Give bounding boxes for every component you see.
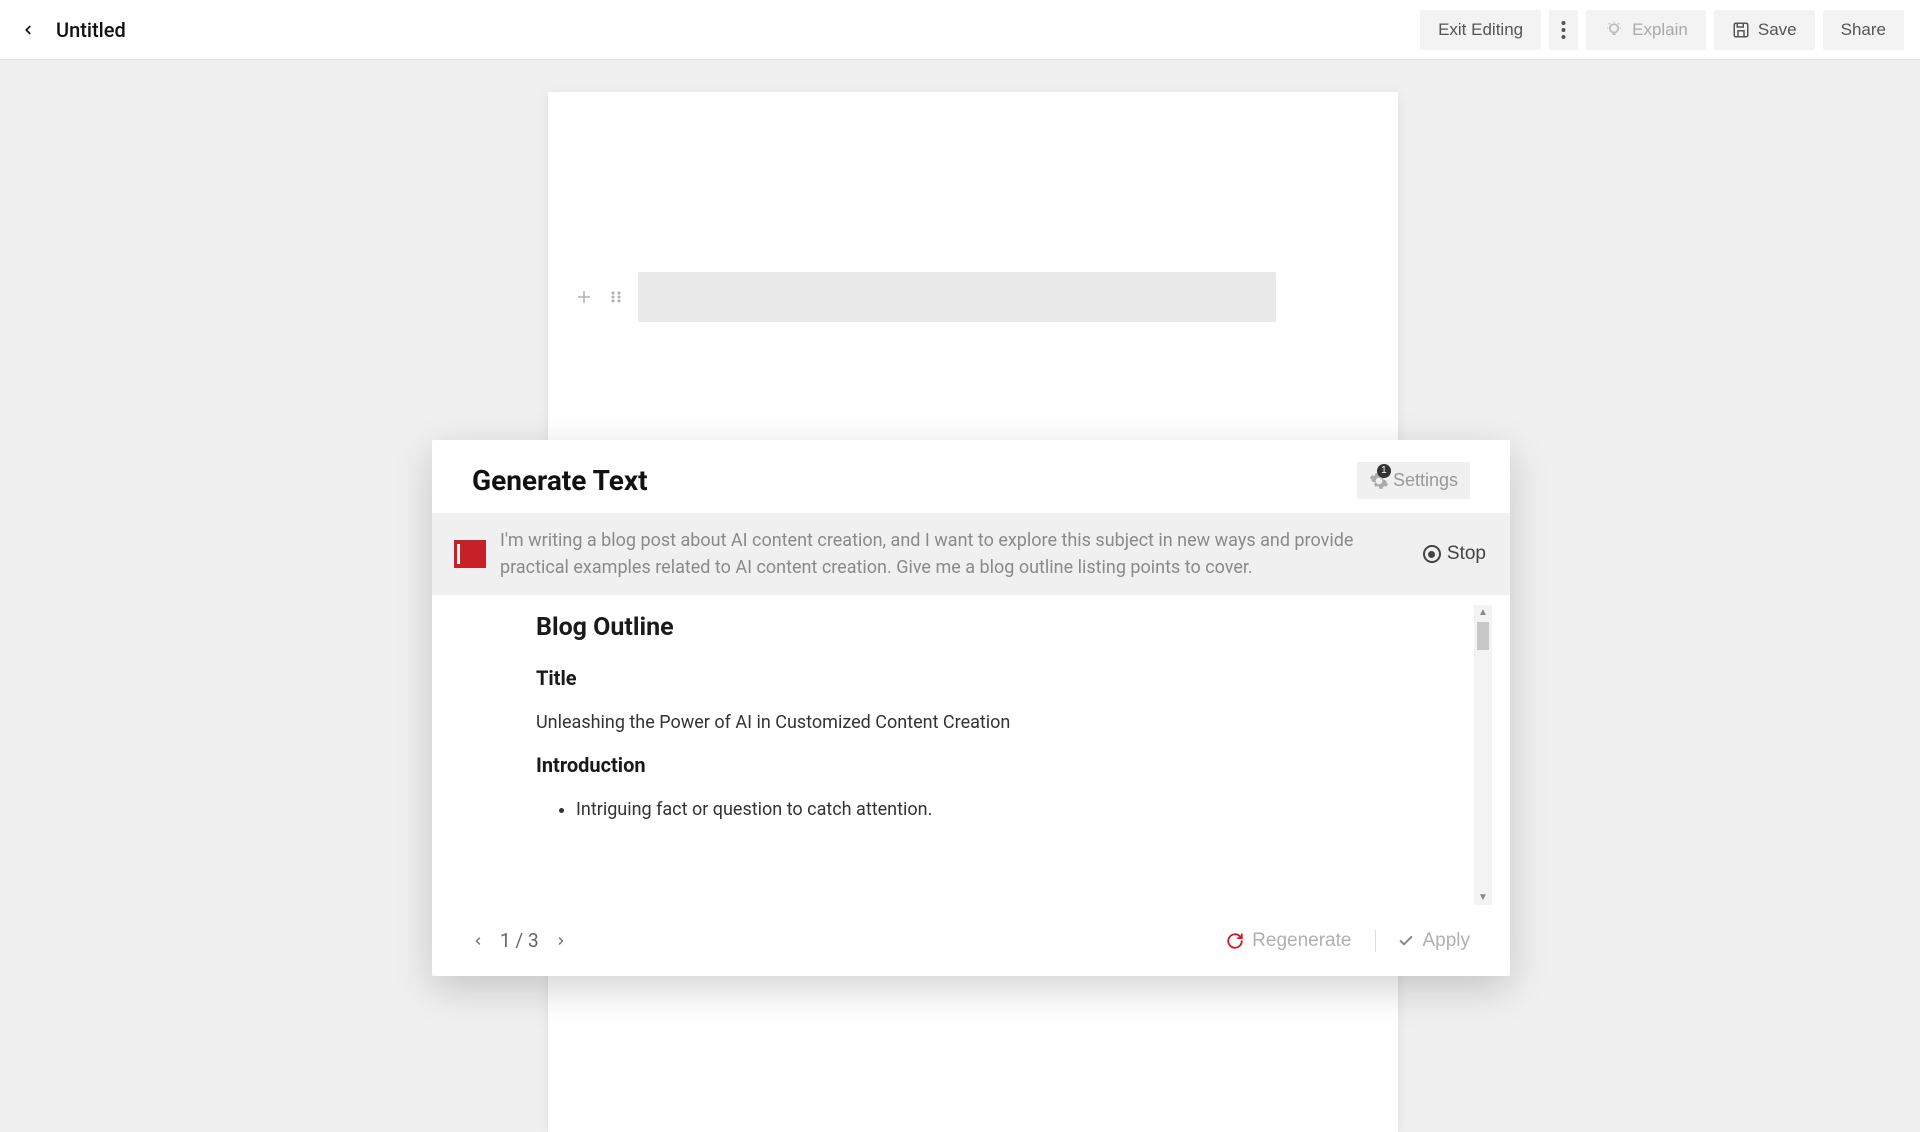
settings-badge: 1 — [1377, 464, 1391, 478]
pager: 1 / 3 — [472, 929, 567, 952]
footer-actions: Regenerate Apply — [1226, 930, 1470, 952]
chevron-right-icon — [555, 935, 567, 947]
pager-total: 3 — [528, 929, 539, 952]
back-button[interactable] — [16, 18, 40, 42]
explain-button[interactable]: Explain — [1586, 10, 1706, 50]
panel-footer: 1 / 3 Regenerate Apply — [432, 915, 1510, 976]
scroll-thumb[interactable] — [1477, 622, 1489, 650]
settings-button[interactable]: 1 Settings — [1357, 462, 1470, 499]
block-placeholder[interactable] — [638, 272, 1276, 322]
prompt-icon — [454, 540, 486, 568]
stop-icon — [1423, 545, 1441, 563]
prompt-row: I'm writing a blog post about AI content… — [432, 513, 1510, 595]
output-intro-list: Intriguing fact or question to catch att… — [536, 799, 1470, 820]
more-vertical-icon — [1561, 21, 1566, 39]
output-heading: Blog Outline — [536, 613, 1470, 642]
scrollbar[interactable]: ▲ ▼ — [1474, 605, 1492, 905]
chevron-left-icon — [472, 935, 484, 947]
share-button[interactable]: Share — [1823, 10, 1904, 50]
apply-button[interactable]: Apply — [1375, 930, 1470, 952]
output-area: Blog Outline Title Unleashing the Power … — [432, 595, 1510, 915]
pager-text: 1 / 3 — [500, 929, 539, 952]
settings-label: Settings — [1393, 470, 1458, 491]
regenerate-button[interactable]: Regenerate — [1226, 930, 1351, 952]
stop-button[interactable]: Stop — [1423, 543, 1486, 565]
scroll-down-icon: ▼ — [1476, 890, 1490, 905]
save-button[interactable]: Save — [1714, 10, 1815, 50]
more-options-button[interactable] — [1549, 10, 1578, 50]
drag-handle[interactable] — [606, 287, 626, 307]
pager-prev[interactable] — [472, 929, 484, 952]
pager-current: 1 — [500, 929, 511, 952]
panel-header: Generate Text 1 Settings — [432, 440, 1510, 513]
panel-title: Generate Text — [472, 464, 648, 497]
share-label: Share — [1841, 20, 1886, 40]
document-title: Untitled — [56, 18, 126, 42]
output-intro-label: Introduction — [536, 753, 1470, 777]
generate-text-panel: Generate Text 1 Settings I'm writing a b… — [432, 440, 1510, 976]
add-block-button[interactable] — [574, 287, 594, 307]
pager-sep: / — [515, 929, 523, 952]
canvas: Generate Text 1 Settings I'm writing a b… — [0, 60, 1920, 1032]
explain-label: Explain — [1632, 20, 1688, 40]
topbar: Untitled Exit Editing Explain Save Share — [0, 0, 1920, 60]
topbar-right: Exit Editing Explain Save Share — [1420, 10, 1904, 50]
lightbulb-icon — [1604, 20, 1624, 40]
drag-icon — [609, 290, 623, 304]
exit-editing-label: Exit Editing — [1438, 20, 1523, 40]
apply-label: Apply — [1422, 930, 1470, 952]
refresh-icon — [1226, 932, 1244, 950]
chevron-left-icon — [21, 23, 35, 37]
output-title-label: Title — [536, 666, 1470, 690]
output-title-text: Unleashing the Power of AI in Customized… — [536, 712, 1470, 733]
plus-icon — [575, 288, 593, 306]
exit-editing-button[interactable]: Exit Editing — [1420, 10, 1541, 50]
stop-label: Stop — [1447, 543, 1486, 565]
regenerate-label: Regenerate — [1252, 930, 1351, 952]
save-icon — [1732, 21, 1750, 39]
block-controls — [574, 272, 1276, 322]
output-intro-bullet: Intriguing fact or question to catch att… — [576, 799, 1470, 820]
check-icon — [1398, 933, 1414, 949]
pager-next[interactable] — [555, 929, 567, 952]
save-label: Save — [1758, 20, 1797, 40]
topbar-left: Untitled — [16, 18, 126, 42]
prompt-text: I'm writing a blog post about AI content… — [500, 527, 1409, 581]
scroll-up-icon: ▲ — [1476, 605, 1490, 620]
